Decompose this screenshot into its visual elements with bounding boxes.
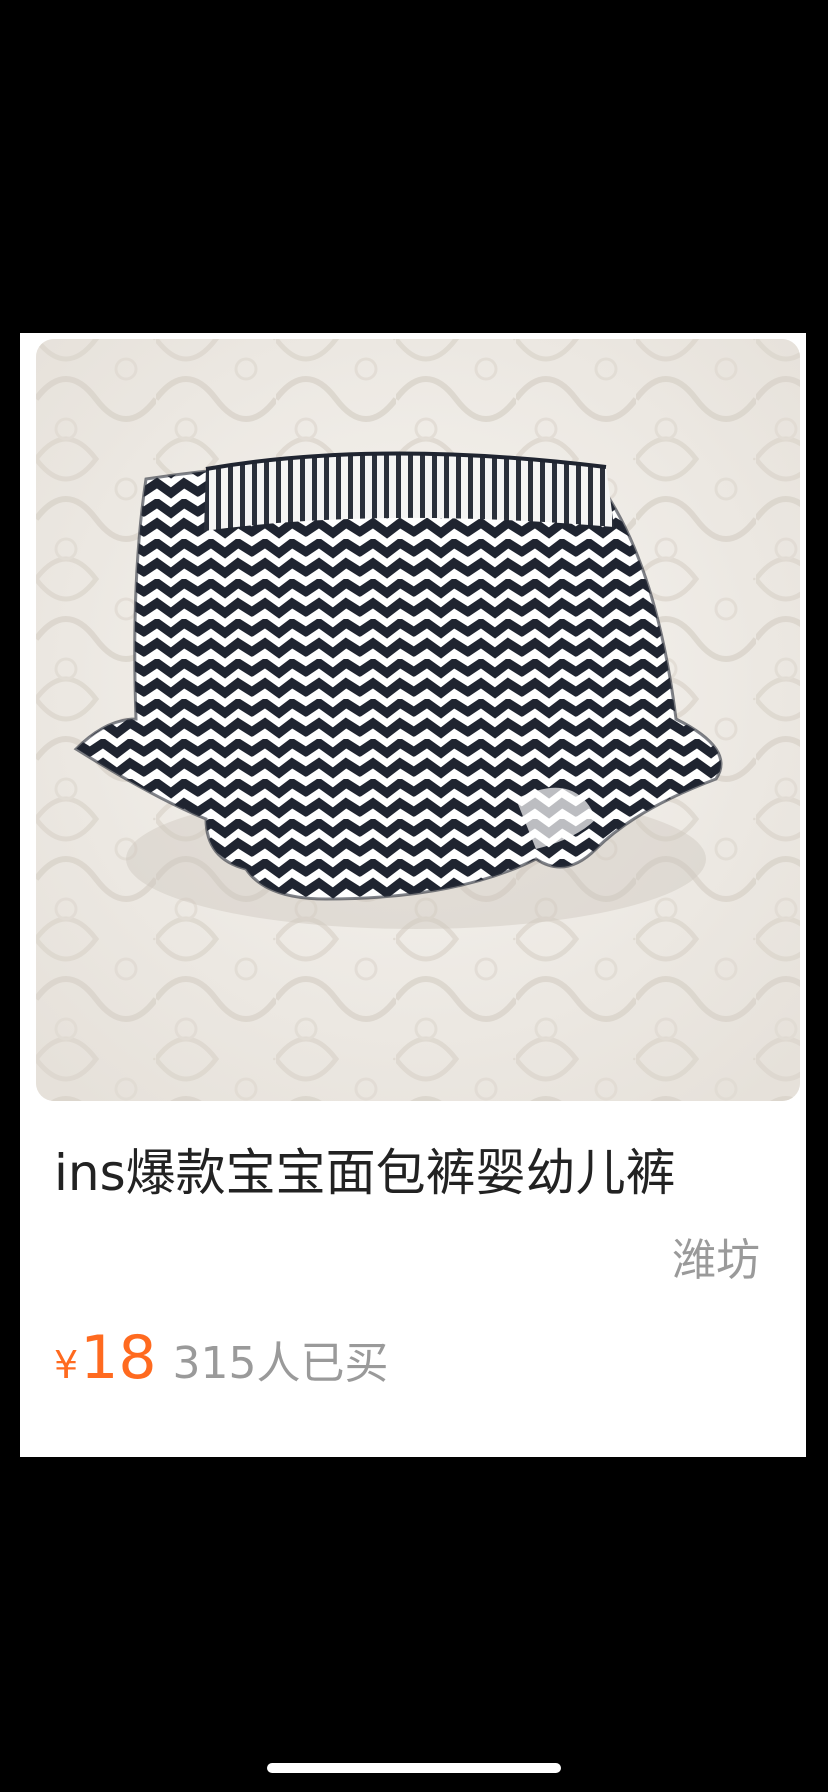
product-card[interactable]: ins爆款宝宝面包裤婴幼儿裤 潍坊 ¥ 18 315人已买 xyxy=(20,333,806,1457)
home-indicator[interactable] xyxy=(267,1763,561,1773)
sold-count: 315人已买 xyxy=(172,1338,389,1389)
product-title[interactable]: ins爆款宝宝面包裤婴幼儿裤 xyxy=(54,1141,794,1205)
price-row: ¥ 18 315人已买 xyxy=(54,1323,389,1403)
currency-symbol: ¥ xyxy=(54,1343,79,1387)
screen: ins爆款宝宝面包裤婴幼儿裤 潍坊 ¥ 18 315人已买 xyxy=(0,0,828,1792)
seller-location: 潍坊 xyxy=(672,1235,760,1286)
product-image[interactable] xyxy=(36,339,800,1101)
price-value: 18 xyxy=(80,1323,157,1393)
